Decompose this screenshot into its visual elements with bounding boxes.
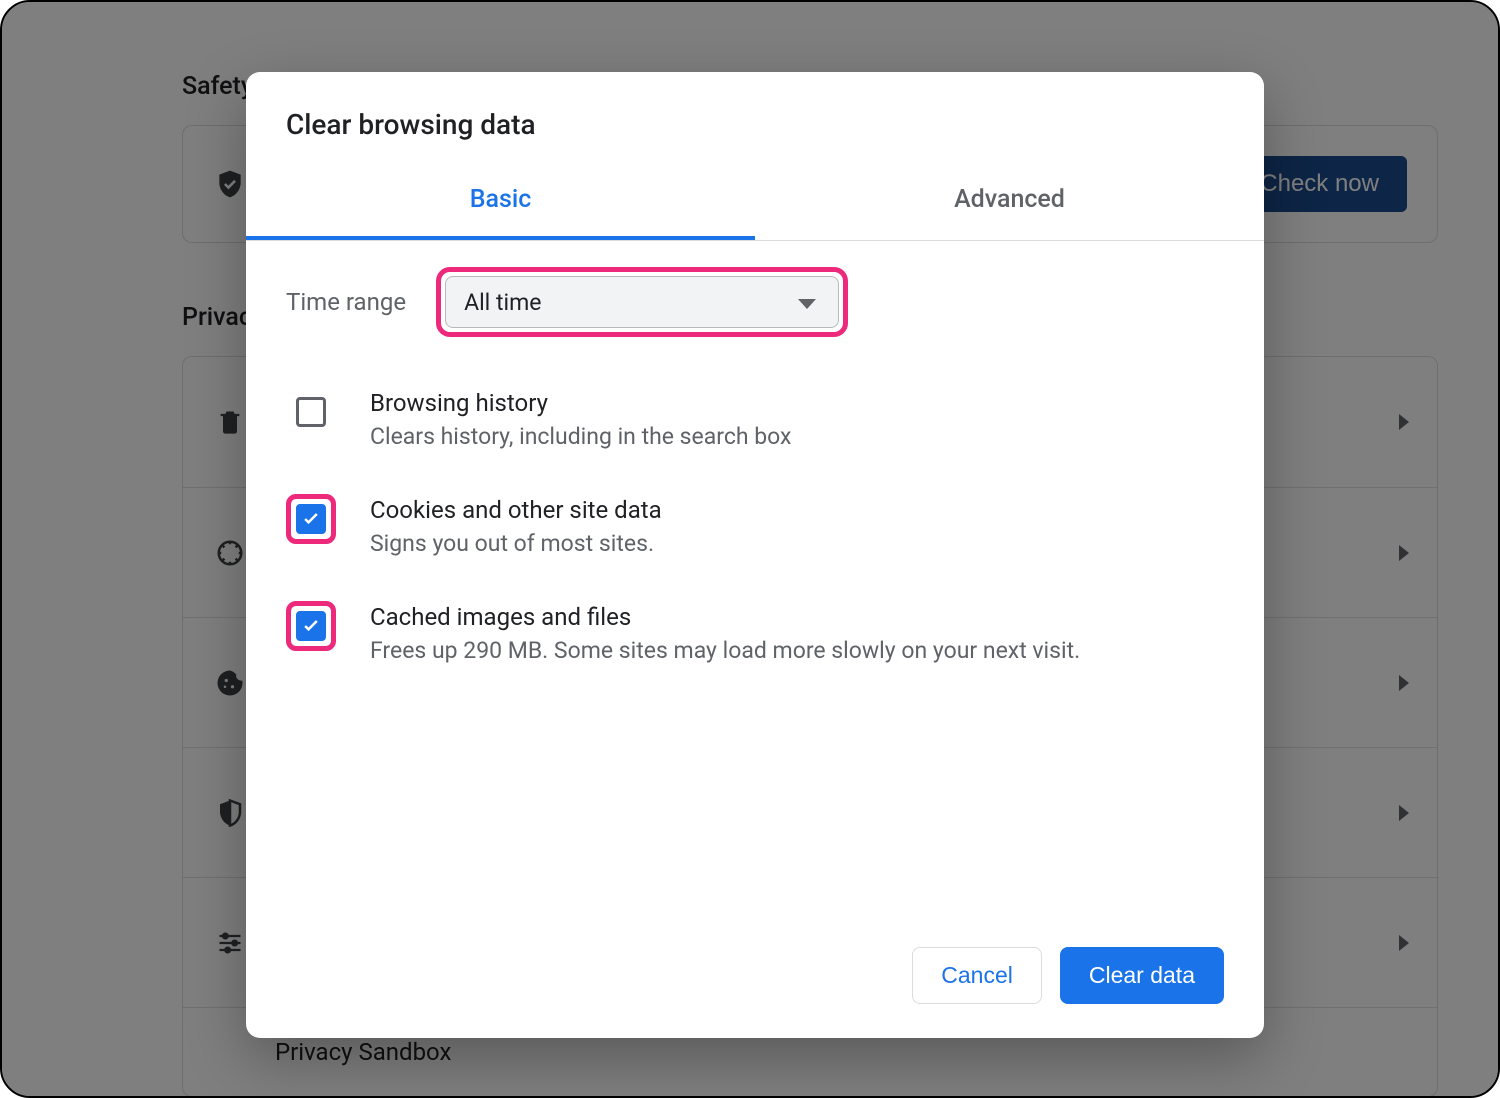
option-cached: Cached images and files Frees up 290 MB.… — [286, 579, 1224, 686]
time-range-highlight: All time — [436, 267, 848, 337]
option-browsing-history: Browsing history Clears history, includi… — [286, 365, 1224, 472]
option-title: Cached images and files — [370, 603, 1080, 631]
option-desc: Clears history, including in the search … — [370, 423, 791, 450]
clear-data-button[interactable]: Clear data — [1060, 947, 1224, 1004]
dialog-tabs: Basic Advanced — [246, 165, 1264, 241]
clear-browsing-data-dialog: Clear browsing data Basic Advanced Time … — [246, 72, 1264, 1038]
option-desc: Frees up 290 MB. Some sites may load mor… — [370, 637, 1080, 664]
time-range-label: Time range — [286, 288, 406, 316]
time-range-value: All time — [464, 289, 541, 316]
tab-basic[interactable]: Basic — [246, 165, 755, 240]
chevron-down-icon — [798, 299, 816, 309]
time-range-row: Time range All time — [286, 267, 1224, 337]
checkbox-highlight — [286, 601, 336, 651]
option-title: Browsing history — [370, 389, 791, 417]
checkbox-browsing-history[interactable] — [296, 397, 326, 427]
dialog-actions: Cancel Clear data — [246, 919, 1264, 1038]
option-desc: Signs you out of most sites. — [370, 530, 662, 557]
checkbox-cookies[interactable] — [296, 504, 326, 534]
checkbox-wrap — [286, 387, 336, 437]
checkbox-highlight — [286, 494, 336, 544]
time-range-select[interactable]: All time — [445, 276, 839, 328]
option-cookies: Cookies and other site data Signs you ou… — [286, 472, 1224, 579]
option-title: Cookies and other site data — [370, 496, 662, 524]
dialog-title: Clear browsing data — [246, 72, 1264, 165]
cancel-button[interactable]: Cancel — [912, 947, 1042, 1004]
checkbox-cached[interactable] — [296, 611, 326, 641]
tab-advanced[interactable]: Advanced — [755, 165, 1264, 240]
